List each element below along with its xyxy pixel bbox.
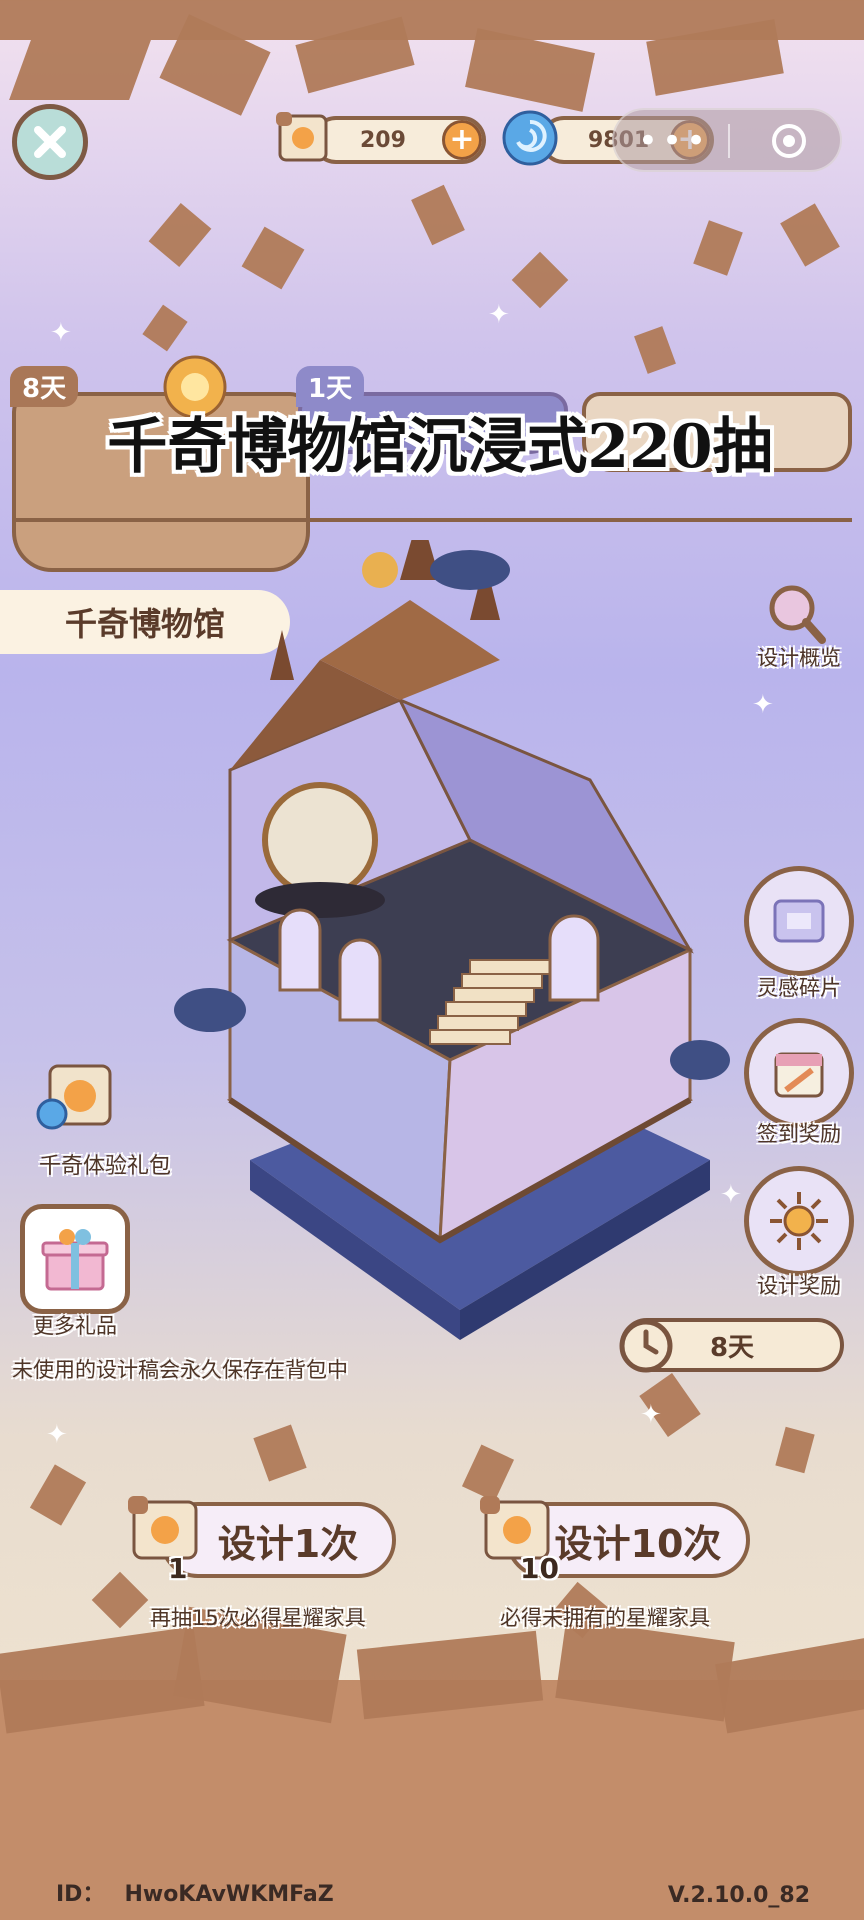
banner-divider [12, 518, 852, 522]
event-timer: 8天 [619, 1318, 844, 1373]
draw-once-note: 再抽15次必得星耀家具 [150, 1606, 366, 1630]
draw-ten-cost-count: 10 [520, 1552, 559, 1585]
checkin-reward-label: 签到奖励 [757, 1122, 841, 1146]
buy-scroll-button[interactable]: + [442, 120, 482, 160]
design-scroll-icon [276, 112, 328, 162]
target-icon [772, 124, 806, 158]
checkin-reward-button[interactable]: 签到奖励 [734, 1018, 864, 1158]
user-id-value: HwoKAvWKMFaZ [124, 1882, 334, 1907]
design-reward-button[interactable]: 设计奖励 [734, 1166, 864, 1306]
user-id: ID： HwoKAvWKMFaZ [56, 1876, 334, 1908]
more-gifts-button[interactable]: 更多礼品 [10, 1204, 140, 1344]
draw-ten-cost: 10 [474, 1490, 564, 1590]
trial-pack-button[interactable]: 千奇体验礼包 [0, 1054, 210, 1179]
close-button[interactable] [12, 104, 88, 180]
draw-ten-note: 必得未拥有的星耀家具 [500, 1606, 710, 1630]
design-overview-button[interactable]: 设计概览 [734, 580, 864, 670]
version-text: V.2.10.0_82 [667, 1883, 810, 1908]
more-gifts-label: 更多礼品 [33, 1314, 117, 1338]
close-icon [34, 126, 66, 158]
draw-once-cost: 1 [122, 1490, 212, 1590]
design-overview-label: 设计概览 [757, 646, 841, 670]
more-dots-icon: ••• [637, 121, 711, 161]
gift-box-icon [41, 1229, 109, 1291]
banner-title: 千奇博物馆沉浸式220抽 [107, 412, 773, 482]
gift-scroll-icon [36, 1064, 112, 1130]
user-id-label: ID： [56, 1882, 105, 1907]
inspiration-fragments-label: 灵感碎片 [757, 976, 841, 1000]
exit-miniprogram-button[interactable] [744, 114, 834, 168]
trial-pack-label: 千奇体验礼包 [38, 1154, 171, 1179]
swirl-gem-icon [502, 110, 558, 166]
design-scroll-icon [128, 1496, 198, 1560]
puzzle-map-icon [773, 899, 825, 943]
inspiration-fragments-button[interactable]: 灵感碎片 [734, 866, 864, 1006]
storage-notice: 未使用的设计稿会永久保存在背包中 [12, 1358, 348, 1382]
draw-once-label: 设计1次 [217, 1521, 359, 1566]
draw-ten-label: 设计10次 [554, 1521, 722, 1566]
museum-illustration [174, 540, 730, 1340]
more-menu-button[interactable]: ••• [624, 114, 724, 168]
draw-once-cost-count: 1 [168, 1552, 188, 1585]
scroll-resource: 209 + [272, 110, 486, 170]
magnifier-icon [769, 585, 826, 644]
plus-icon: + [449, 122, 475, 157]
calendar-icon [774, 1052, 824, 1098]
scroll-count: 209 [360, 127, 406, 153]
design-reward-label: 设计奖励 [757, 1274, 841, 1298]
miniprogram-capsule: ••• [612, 108, 842, 172]
sun-emblem-icon [770, 1192, 828, 1250]
timer-days: 8天 [709, 1332, 755, 1363]
clock-icon [619, 1319, 673, 1373]
